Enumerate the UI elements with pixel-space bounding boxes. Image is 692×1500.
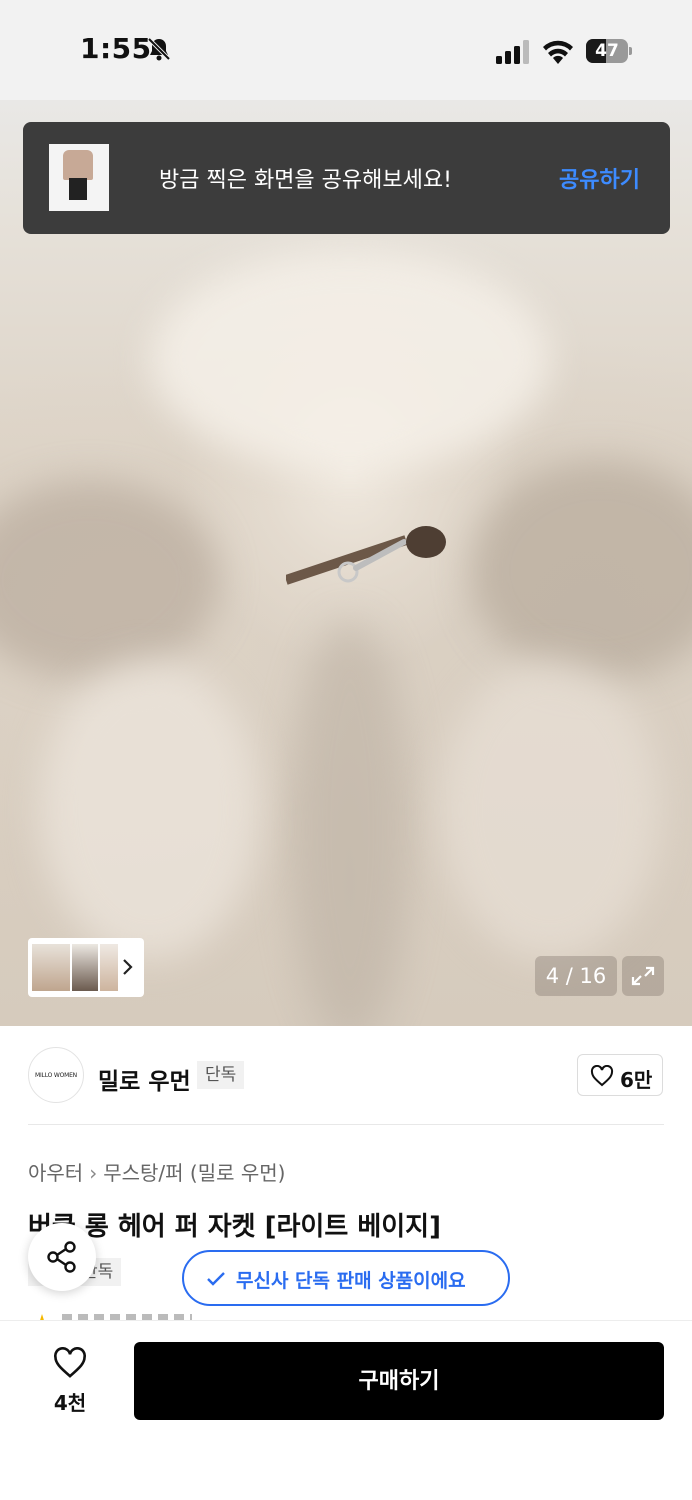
brand-like-count: 6만 (620, 1068, 653, 1092)
exclusive-notice: 무신사 단독 판매 상품이에요 (182, 1250, 510, 1306)
share-toast: 방금 찍은 화면을 공유해보세요! 공유하기 (23, 122, 670, 234)
share-fab[interactable] (28, 1223, 96, 1291)
chevron-right-icon: › (89, 1161, 98, 1185)
toast-message: 방금 찍은 화면을 공유해보세요! (159, 168, 452, 193)
breadcrumb-item[interactable]: 아우터 (28, 1161, 83, 1185)
heart-icon (590, 1065, 614, 1087)
divider (28, 1124, 664, 1125)
image-counter: 4 / 16 (535, 956, 617, 996)
battery-level: 47 (595, 41, 619, 61)
share-icon (47, 1241, 76, 1273)
expand-icon (631, 966, 655, 986)
breadcrumb-item[interactable]: 무스탕/퍼 (밀로 우먼) (103, 1161, 285, 1185)
buckle-hook (286, 526, 446, 585)
share-button[interactable]: 공유하기 (559, 162, 640, 194)
battery-icon: 47 (586, 39, 632, 63)
wifi-icon (543, 40, 573, 64)
signal-icon (496, 40, 529, 64)
brand-logo[interactable]: MILLO WOMEN (28, 1047, 84, 1103)
status-time: 1:55 (80, 32, 152, 65)
heart-icon (54, 1347, 86, 1378)
buy-button[interactable]: 구매하기 (134, 1342, 664, 1420)
brand-name[interactable]: 밀로 우먼 (98, 1062, 191, 1096)
check-icon (207, 1272, 225, 1286)
chevron-right-icon (123, 959, 133, 975)
breadcrumb: 아우터 › 무스탕/퍼 (밀로 우먼) (28, 1157, 285, 1186)
bottom-bar: 4천 구매하기 (0, 1320, 692, 1500)
brand-like-button[interactable]: 6만 (577, 1054, 663, 1096)
wishlist-count: 4천 (53, 1391, 87, 1415)
expand-button[interactable] (622, 956, 664, 996)
brand-exclusive-badge: 단독 (197, 1061, 245, 1089)
bell-off-icon (147, 37, 171, 61)
exclusive-notice-text: 무신사 단독 판매 상품이에요 (236, 1270, 466, 1292)
thumbnail-strip[interactable] (28, 938, 144, 997)
wishlist-button[interactable]: 4천 (40, 1347, 100, 1417)
status-bar: 1:55 47 (0, 0, 692, 100)
screenshot-thumbnail[interactable] (49, 144, 109, 211)
product-image[interactable] (0, 100, 692, 1026)
